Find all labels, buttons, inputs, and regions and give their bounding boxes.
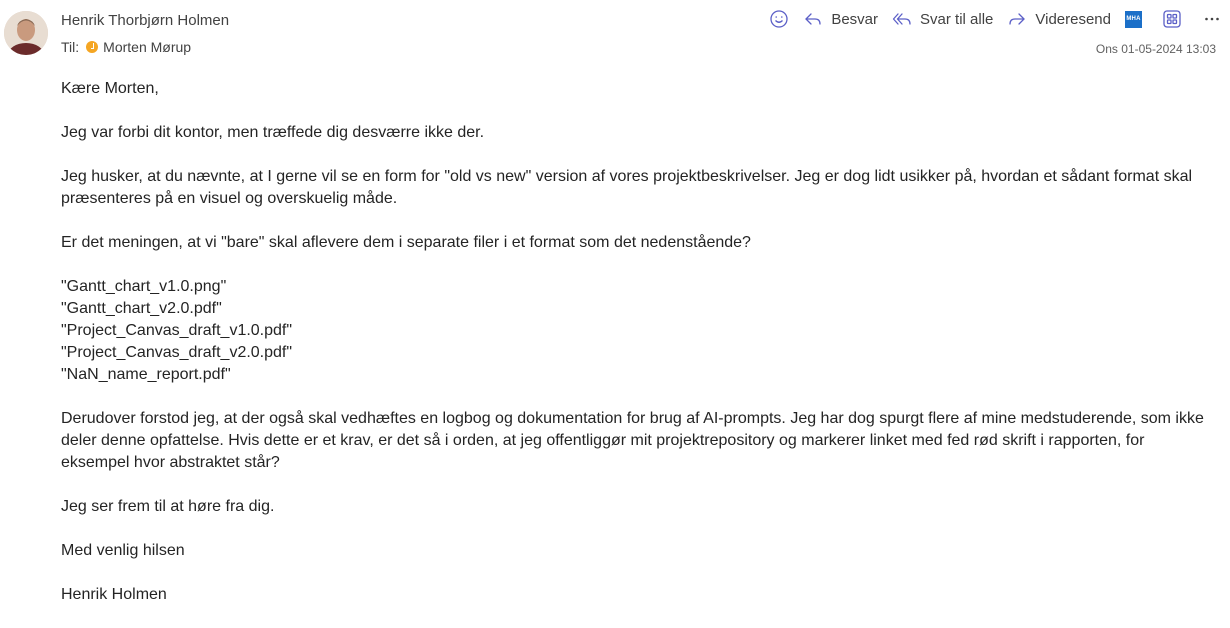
reply-icon — [805, 13, 821, 25]
mha-icon: MHA — [1125, 10, 1142, 28]
message-toolbar: Besvar Svar til alle Videresend MHA — [755, 7, 1220, 31]
paragraph-1: Jeg var forbi dit kontor, men træffede d… — [61, 124, 485, 141]
recipient-line: Til: Morten Mørup — [61, 39, 191, 55]
paragraph-3: Er det meningen, at vi "bare" skal aflev… — [61, 234, 751, 251]
more-icon — [1205, 17, 1219, 21]
sender-name[interactable]: Henrik Thorbjørn Holmen — [61, 12, 229, 29]
sender-avatar[interactable] — [4, 11, 48, 55]
paragraph-2: Jeg husker, at du nævnte, at I gerne vil… — [61, 168, 1193, 207]
sent-date: Ons 01-05-2024 13:03 — [1095, 42, 1216, 56]
apps-button[interactable] — [1162, 9, 1182, 29]
message-header-analyzer-button[interactable]: MHA — [1125, 10, 1142, 28]
file-item: "Project_Canvas_draft_v1.0.pdf" — [61, 322, 293, 339]
reply-all-button[interactable]: Svar til alle — [892, 9, 993, 29]
file-item: "Gantt_chart_v2.0.pdf" — [61, 300, 222, 317]
recipient-name[interactable]: Morten Mørup — [103, 39, 191, 55]
apps-icon — [1163, 10, 1181, 28]
more-options-button[interactable] — [1204, 9, 1220, 29]
file-item: "Project_Canvas_draft_v2.0.pdf" — [61, 344, 293, 361]
message-body: Kære Morten, Jeg var forbi dit kontor, m… — [61, 78, 1211, 628]
reply-label: Besvar — [831, 10, 879, 28]
paragraph-4: Derudover forstod jeg, at der også skal … — [61, 410, 1204, 471]
forward-icon — [1009, 13, 1026, 25]
file-item: "Gantt_chart_v1.0.png" — [61, 278, 227, 295]
reply-all-label: Svar til alle — [920, 10, 994, 28]
paragraph-5: Jeg ser frem til at høre fra dig. — [61, 498, 275, 515]
file-list: "Gantt_chart_v1.0.png" "Gantt_chart_v2.0… — [61, 276, 1211, 386]
reply-button[interactable]: Besvar — [803, 9, 878, 29]
signature: Henrik Holmen — [61, 586, 167, 603]
smiley-icon[interactable] — [769, 9, 789, 29]
forward-label: Videresend — [1035, 10, 1111, 28]
file-item: "NaN_name_report.pdf" — [61, 366, 231, 383]
greeting: Kære Morten, — [61, 80, 159, 97]
presence-away-icon — [86, 41, 99, 53]
reply-all-icon — [892, 13, 911, 25]
closing: Med venlig hilsen — [61, 542, 185, 559]
to-label: Til: — [61, 39, 80, 55]
forward-button[interactable]: Videresend — [1007, 9, 1111, 29]
